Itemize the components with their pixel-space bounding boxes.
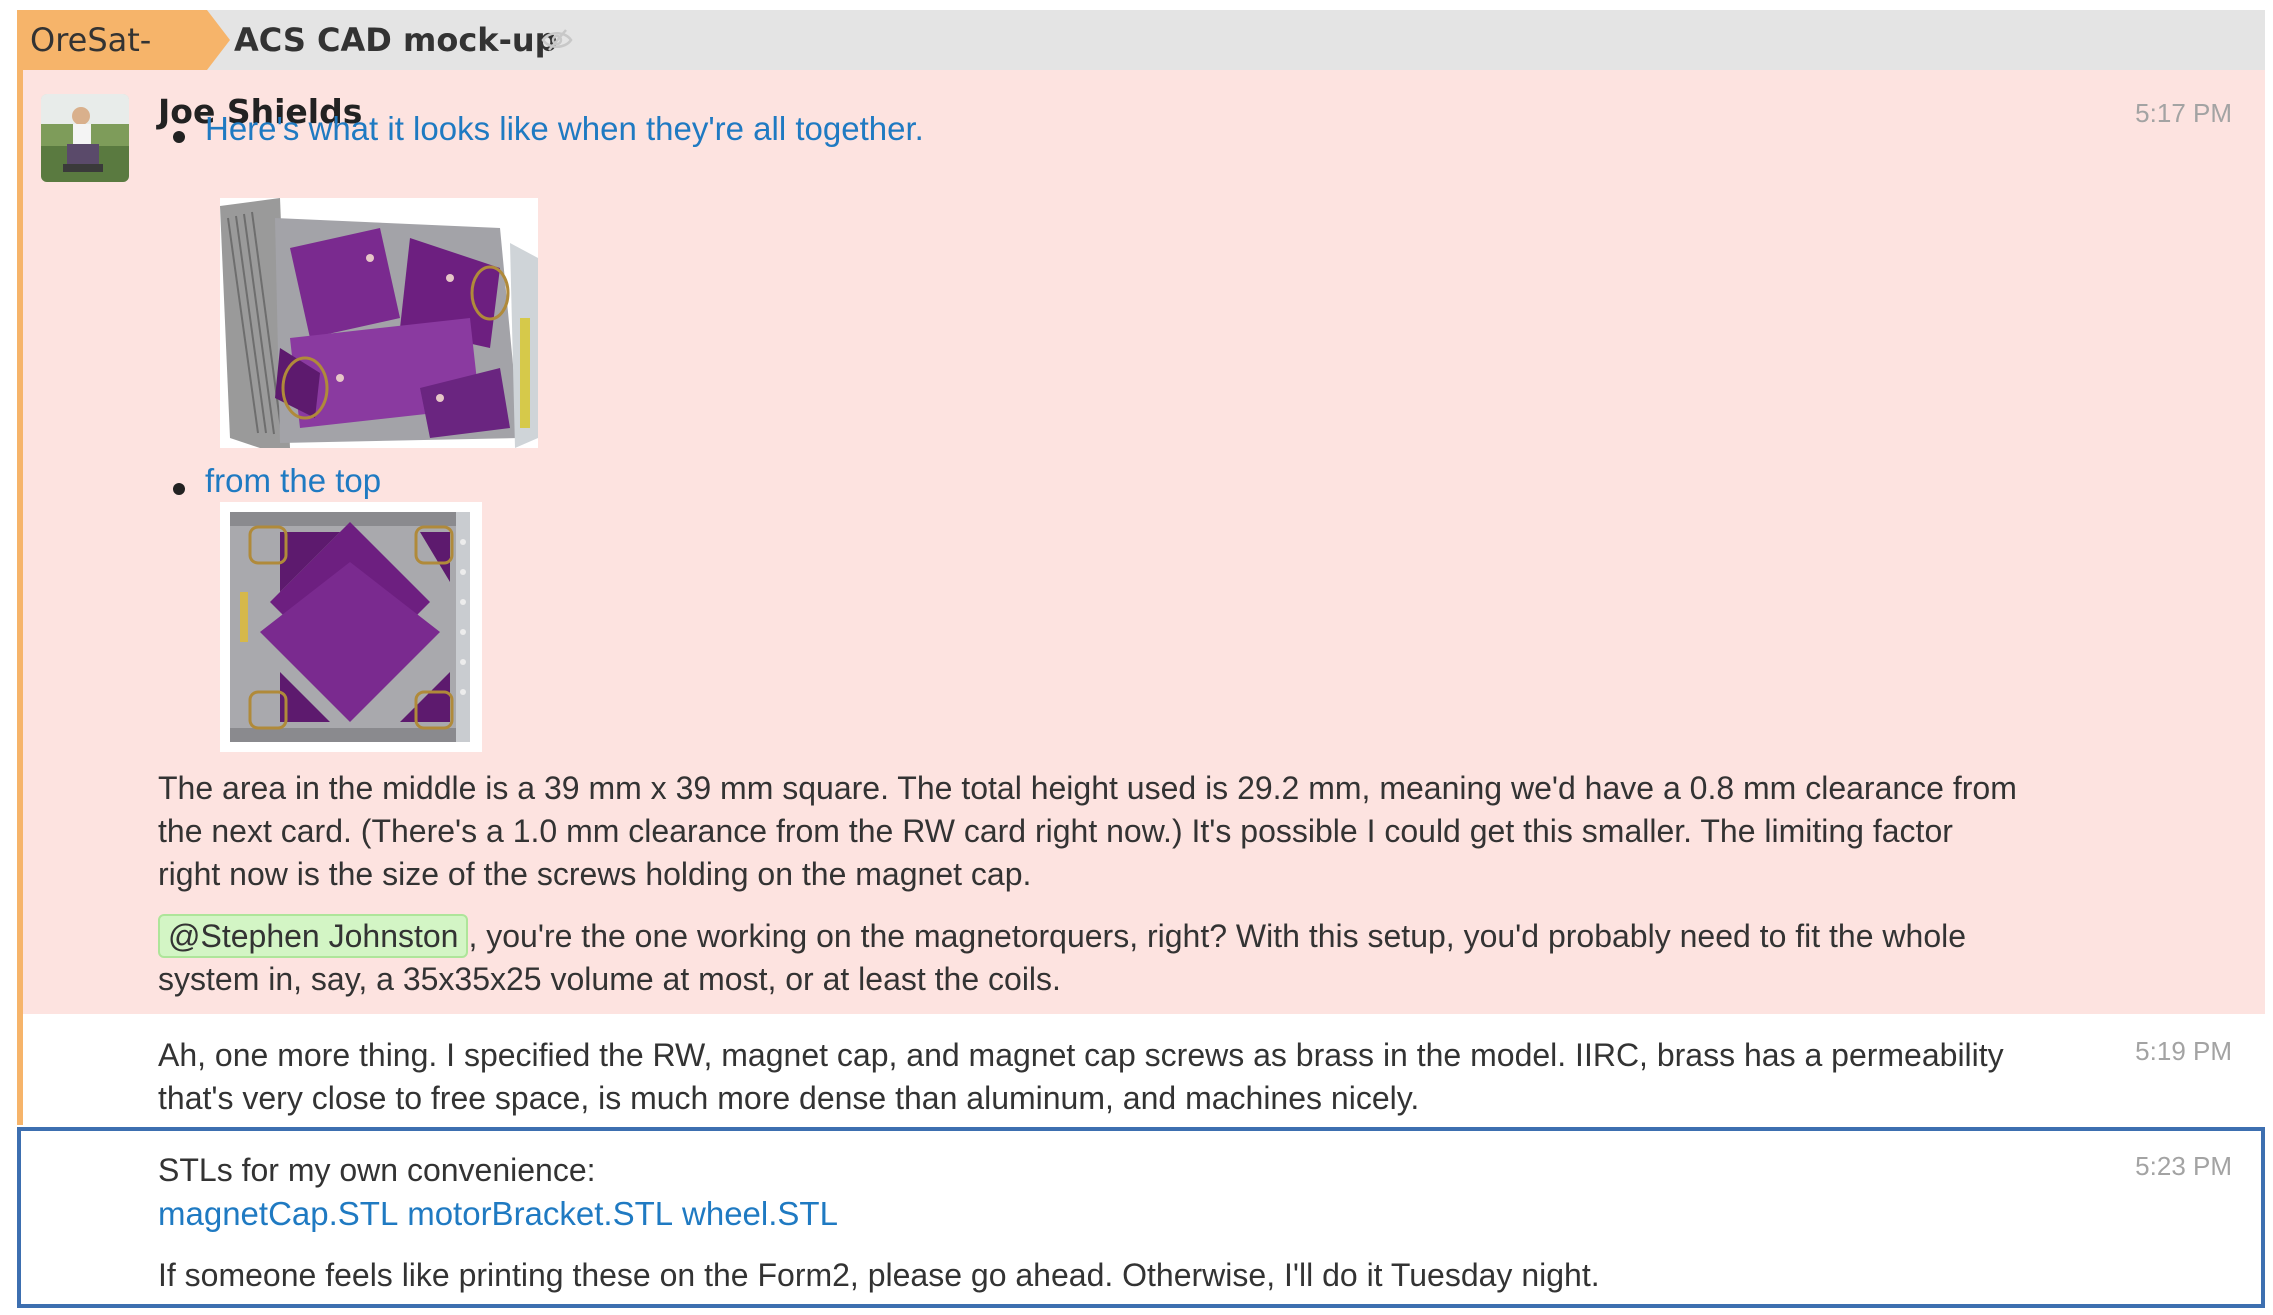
file-link-wheel[interactable]: wheel.STL [682, 1195, 838, 1232]
topic-name[interactable]: ACS CAD mock-up [234, 10, 558, 70]
bullet-list: from the top [173, 462, 381, 500]
message-time[interactable]: 5:19 PM [2135, 1036, 2232, 1067]
message-paragraph: Ah, one more thing. I specified the RW, … [158, 1037, 2004, 1116]
message-paragraph: If someone feels like printing these on … [158, 1257, 1600, 1293]
image-link[interactable]: Here's what it looks like when they're a… [205, 110, 924, 147]
list-item: Here's what it looks like when they're a… [173, 110, 924, 148]
cad-image-top[interactable] [220, 502, 482, 752]
bullet-dot [173, 483, 185, 495]
message-content: The area in the middle is a 39 mm x 39 m… [158, 767, 2018, 1001]
message-paragraph: The area in the middle is a 39 mm x 39 m… [158, 770, 2017, 892]
file-link-magnetcap[interactable]: magnetCap.STL [158, 1195, 398, 1232]
file-link-motorbracket[interactable]: motorBracket.STL [407, 1195, 673, 1232]
stream-name[interactable]: OreSat-ACS [17, 10, 207, 119]
list-item: from the top [173, 462, 381, 500]
message-paragraph: @Stephen Johnston, you're the one workin… [158, 914, 2018, 1001]
avatar[interactable] [41, 94, 129, 182]
message: 5:19 PM Ah, one more thing. I specified … [23, 1014, 2265, 1126]
recipient-bar: OreSat-ACS ACS CAD mock-up [17, 10, 2265, 119]
eye-slash-icon[interactable] [540, 28, 574, 52]
message-content: STLs for my own convenience: magnetCap.S… [158, 1149, 2018, 1297]
bullet-dot [173, 131, 185, 143]
user-mention[interactable]: @Stephen Johnston [158, 914, 469, 958]
message-selected: 5:23 PM STLs for my own convenience: mag… [17, 1127, 2265, 1308]
message-time[interactable]: 5:23 PM [2135, 1151, 2232, 1182]
stream-tab-arrow [207, 10, 230, 70]
message-content: Ah, one more thing. I specified the RW, … [158, 1034, 2018, 1120]
message: Joe Shields 5:17 PM Here's what it looks… [23, 70, 2265, 1014]
image-link[interactable]: from the top [205, 462, 381, 499]
cad-image-perspective[interactable] [220, 198, 538, 448]
message-view: OreSat-ACS ACS CAD mock-up Joe Shields 5… [0, 0, 2273, 1315]
file-links: magnetCap.STL motorBracket.STL wheel.STL [158, 1192, 2018, 1236]
message-time[interactable]: 5:17 PM [2135, 98, 2232, 129]
message-paragraph: STLs for my own convenience: [158, 1152, 596, 1188]
bullet-list: Here's what it looks like when they're a… [173, 110, 924, 148]
